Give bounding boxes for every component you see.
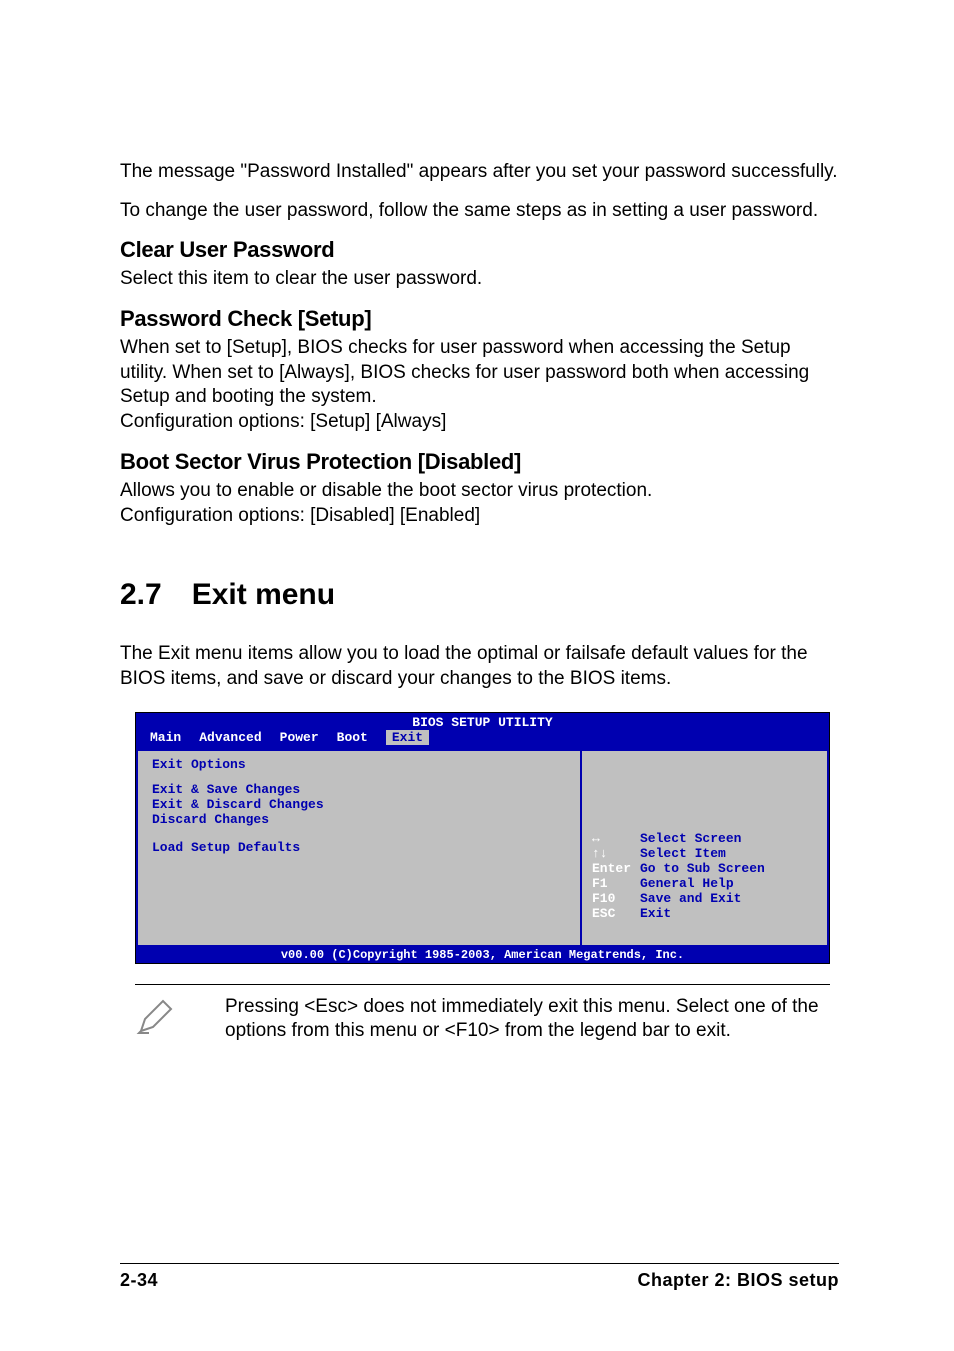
legend-label: Exit: [640, 906, 671, 921]
legend-select-screen: ↔ Select Screen: [592, 831, 817, 846]
intro-p1: The message "Password Installed" appears…: [120, 160, 839, 185]
heading-clear-user-password: Clear User Password: [120, 237, 839, 263]
legend-label: Select Item: [640, 846, 726, 861]
legend-key: ↔: [592, 831, 640, 846]
legend-sub-screen: Enter Go to Sub Screen: [592, 861, 817, 876]
legend-general-help: F1 General Help: [592, 876, 817, 891]
heading-password-check: Password Check [Setup]: [120, 306, 839, 332]
password-check-body1: When set to [Setup], BIOS checks for use…: [120, 336, 839, 410]
bios-item-discard[interactable]: Discard Changes: [152, 812, 566, 827]
legend-select-item: ↑↓ Select Item: [592, 846, 817, 861]
legend-key: Enter: [592, 861, 640, 876]
bios-body: Exit Options Exit & Save Changes Exit & …: [136, 749, 829, 947]
password-check-body2: Configuration options: [Setup] [Always]: [120, 410, 839, 435]
bios-group-title: Exit Options: [152, 757, 566, 772]
heading-boot-sector: Boot Sector Virus Protection [Disabled]: [120, 449, 839, 475]
bios-item-load-defaults[interactable]: Load Setup Defaults: [152, 840, 566, 855]
legend-label: General Help: [640, 876, 734, 891]
note-text: Pressing <Esc> does not immediately exit…: [195, 995, 830, 1044]
bios-blank-row: [152, 827, 566, 840]
bios-tab-boot[interactable]: Boot: [337, 730, 386, 745]
legend-key: ↑↓: [592, 846, 640, 861]
legend-label: Go to Sub Screen: [640, 861, 765, 876]
chapter-label: Chapter 2: BIOS setup: [637, 1270, 839, 1291]
bios-footer: v00.00 (C)Copyright 1985-2003, American …: [136, 947, 829, 963]
bios-header: BIOS SETUP UTILITY Main Advanced Power B…: [136, 713, 829, 749]
bios-tab-main[interactable]: Main: [150, 730, 199, 745]
bios-screenshot: BIOS SETUP UTILITY Main Advanced Power B…: [135, 712, 830, 964]
bios-item-exit-discard[interactable]: Exit & Discard Changes: [152, 797, 566, 812]
bios-tab-advanced[interactable]: Advanced: [199, 730, 279, 745]
legend-key: ESC: [592, 906, 640, 921]
bios-left-pane: Exit Options Exit & Save Changes Exit & …: [136, 749, 582, 947]
intro-p2: To change the user password, follow the …: [120, 199, 839, 224]
legend-exit: ESC Exit: [592, 906, 817, 921]
section-heading-exit-menu: 2.7 Exit menu: [120, 578, 839, 612]
section-number: 2.7: [120, 578, 162, 612]
bios-tab-exit[interactable]: Exit: [386, 730, 429, 745]
bios-title: BIOS SETUP UTILITY: [136, 715, 829, 730]
clear-user-password-body: Select this item to clear the user passw…: [120, 267, 839, 292]
bios-right-pane: ↔ Select Screen ↑↓ Select Item Enter Go …: [582, 749, 829, 947]
boot-sector-body2: Configuration options: [Disabled] [Enabl…: [120, 504, 839, 529]
boot-sector-body1: Allows you to enable or disable the boot…: [120, 479, 839, 504]
page-number: 2-34: [120, 1270, 158, 1291]
legend-key: F10: [592, 891, 640, 906]
legend-key: F1: [592, 876, 640, 891]
bios-tab-power[interactable]: Power: [280, 730, 337, 745]
section-title: Exit menu: [192, 578, 335, 611]
page-footer: 2-34 Chapter 2: BIOS setup: [120, 1263, 839, 1291]
exit-menu-intro: The Exit menu items allow you to load th…: [120, 642, 839, 691]
pencil-note-icon: [135, 995, 195, 1042]
legend-label: Save and Exit: [640, 891, 741, 906]
legend-label: Select Screen: [640, 831, 741, 846]
note-block: Pressing <Esc> does not immediately exit…: [135, 984, 830, 1044]
legend-save-exit: F10 Save and Exit: [592, 891, 817, 906]
bios-item-exit-save[interactable]: Exit & Save Changes: [152, 782, 566, 797]
bios-tabs: Main Advanced Power Boot Exit: [136, 730, 829, 747]
